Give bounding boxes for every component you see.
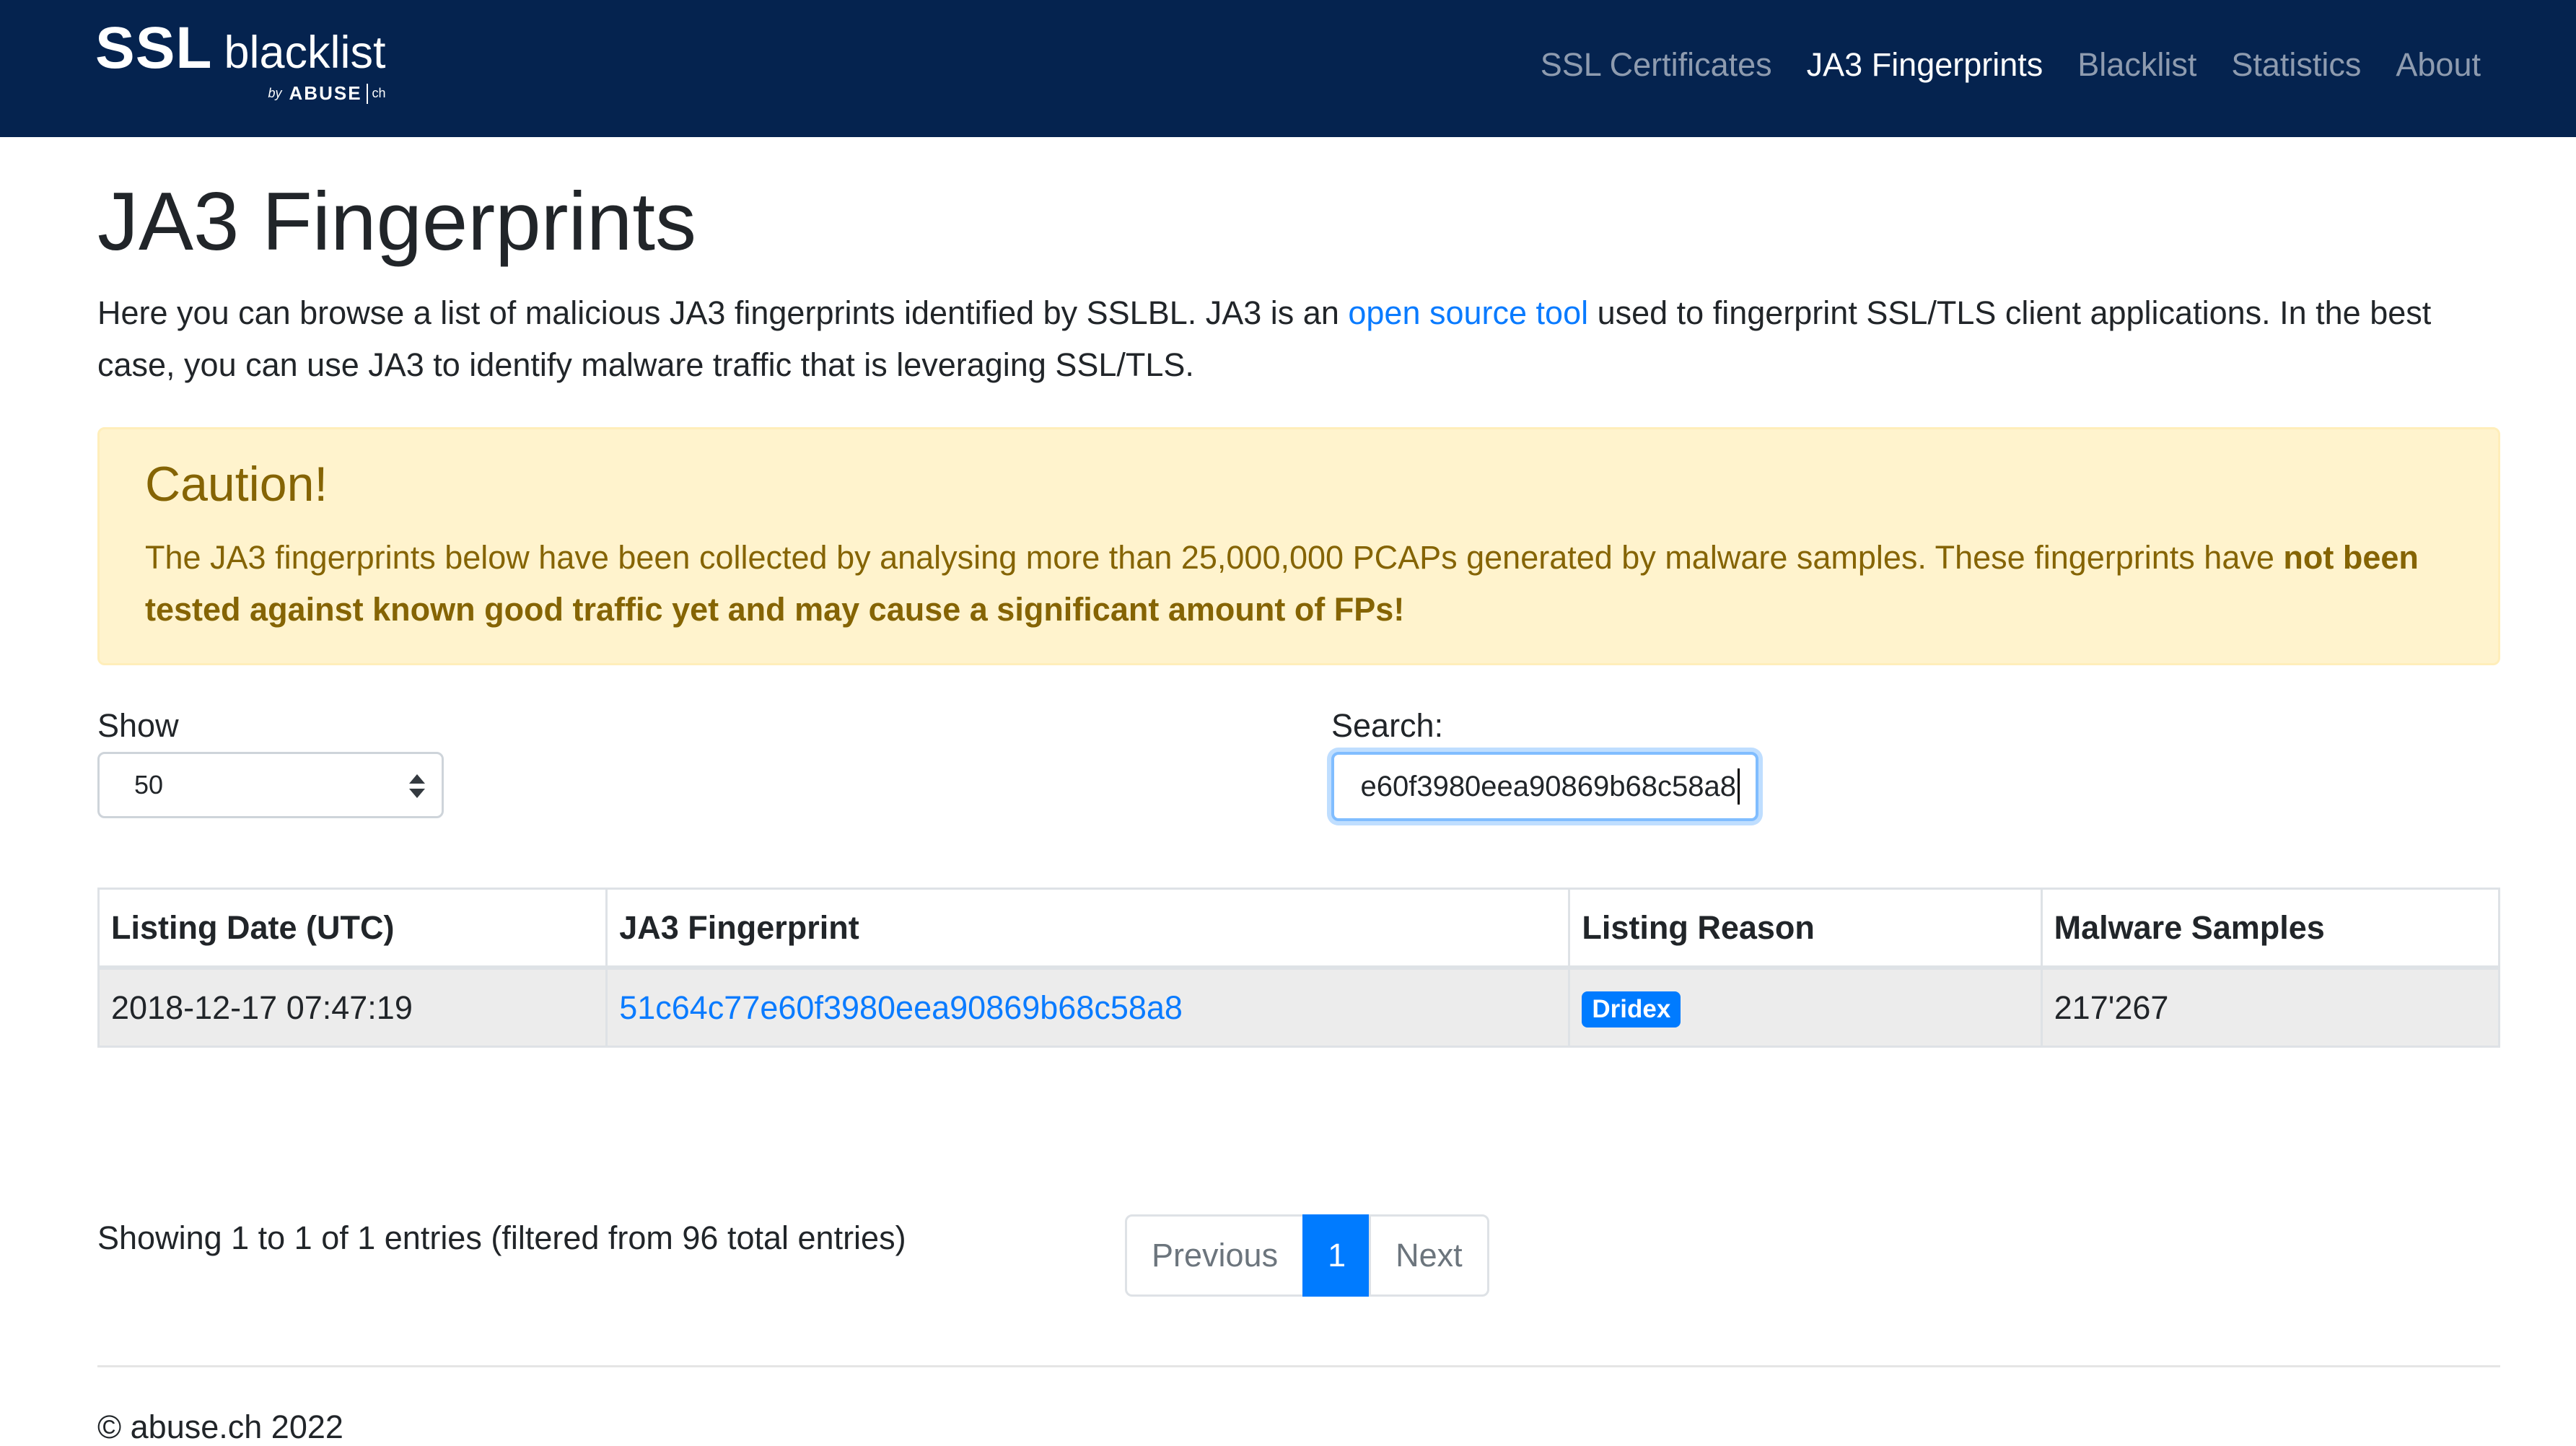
text-caret <box>1738 768 1740 805</box>
ja3-table: Listing Date (UTC) JA3 Fingerprint Listi… <box>97 888 2501 1048</box>
reason-badge[interactable]: Dridex <box>1582 991 1681 1028</box>
header-malware-samples[interactable]: Malware Samples <box>2040 888 2501 970</box>
header-ja3-fingerprint[interactable]: JA3 Fingerprint <box>605 888 1571 970</box>
brand-logo[interactable]: SSL blacklist by ABUSE ch <box>95 19 386 105</box>
brand-name: SSL <box>95 15 213 81</box>
cell-malware-samples: 217'267 <box>2040 966 2501 1048</box>
navbar: SSL blacklist by ABUSE ch SSL Certificat… <box>0 0 2576 137</box>
brand-org: ABUSE <box>289 82 362 104</box>
alert-title: Caution! <box>145 457 328 512</box>
nav-statistics[interactable]: Statistics <box>2231 46 2361 84</box>
page-title: JA3 Fingerprints <box>97 176 697 268</box>
intro-text-before: Here you can browse a list of malicious … <box>97 294 1349 331</box>
header-listing-date[interactable]: Listing Date (UTC) <box>97 888 608 970</box>
alert-text: The JA3 fingerprints below have been col… <box>145 532 2453 636</box>
nav-about[interactable]: About <box>2396 46 2481 84</box>
open-source-tool-link[interactable]: open source tool <box>1348 294 1588 331</box>
table-row: 2018-12-17 07:47:19 51c64c77e60f3980eea9… <box>97 966 2501 1048</box>
nav-ssl-certificates[interactable]: SSL Certificates <box>1541 46 1772 84</box>
brand-separator <box>366 83 368 104</box>
fingerprint-link[interactable]: 51c64c77e60f3980eea90869b68c58a8 <box>619 989 1183 1026</box>
cell-fingerprint: 51c64c77e60f3980eea90869b68c58a8 <box>605 966 1571 1048</box>
main-nav: SSL Certificates JA3 Fingerprints Blackl… <box>1506 46 2481 84</box>
nav-blacklist[interactable]: Blacklist <box>2077 46 2196 84</box>
alert-text-normal: The JA3 fingerprints below have been col… <box>145 538 2284 576</box>
caution-alert: Caution! The JA3 fingerprints below have… <box>97 427 2500 665</box>
pagination: Previous 1 Next <box>1125 1214 1489 1297</box>
nav-ja3-fingerprints[interactable]: JA3 Fingerprints <box>1807 46 2043 84</box>
show-label: Show <box>97 707 179 744</box>
page-size-select[interactable]: 50 <box>97 752 444 818</box>
brand-subtitle: blacklist <box>224 27 386 78</box>
search-value: e60f3980eea90869b68c58a8 <box>1360 771 1736 802</box>
page-1-button[interactable]: 1 <box>1302 1214 1372 1297</box>
search-input[interactable]: e60f3980eea90869b68c58a8 <box>1331 752 1758 821</box>
page-size-value: 50 <box>134 770 164 799</box>
intro-text: Here you can browse a list of malicious … <box>97 287 2500 391</box>
table-info: Showing 1 to 1 of 1 entries (filtered fr… <box>97 1219 906 1256</box>
footer-copyright: © abuse.ch 2022 <box>97 1408 343 1445</box>
previous-button[interactable]: Previous <box>1125 1214 1305 1297</box>
cell-listing-reason: Dridex <box>1568 966 2043 1048</box>
next-button[interactable]: Next <box>1369 1214 1489 1297</box>
cell-listing-date: 2018-12-17 07:47:19 <box>97 966 608 1048</box>
brand-by: by <box>268 86 282 100</box>
footer-divider <box>97 1365 2500 1367</box>
brand-org-suffix: ch <box>372 86 386 100</box>
table-header-row: Listing Date (UTC) JA3 Fingerprint Listi… <box>97 888 2501 970</box>
header-listing-reason[interactable]: Listing Reason <box>1568 888 2043 970</box>
search-label: Search: <box>1331 707 1444 744</box>
